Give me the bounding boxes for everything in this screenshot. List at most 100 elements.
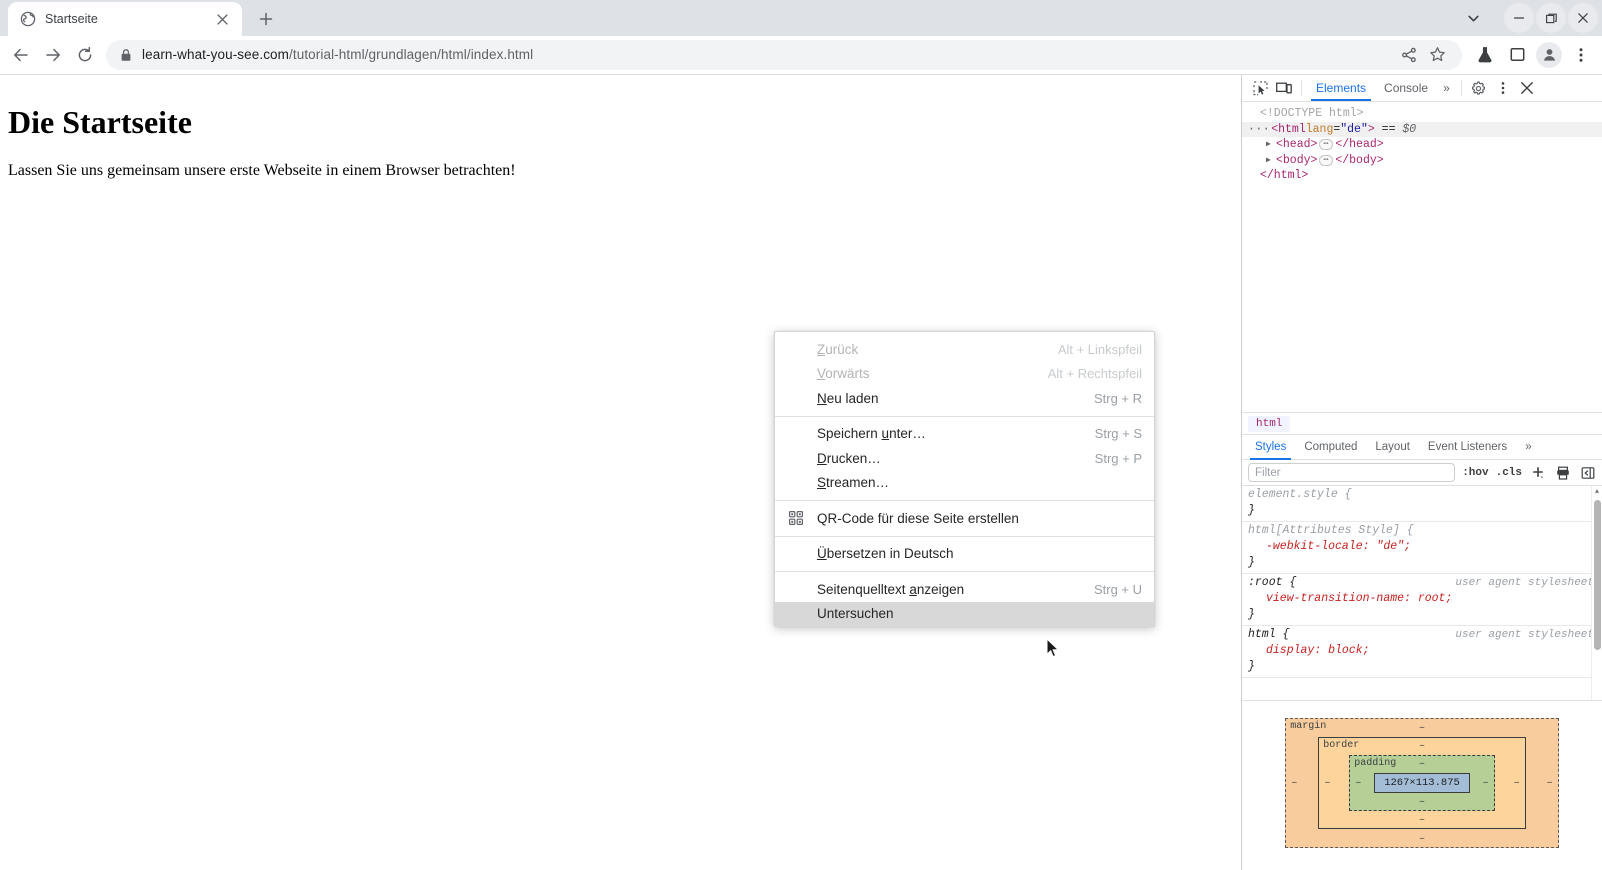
print-style-icon[interactable]: [1554, 464, 1572, 482]
border-left-value[interactable]: –: [1324, 777, 1330, 789]
device-toolbar-icon[interactable]: [1272, 77, 1296, 99]
context-menu-item-neu-laden[interactable]: Neu laden Strg + R: [775, 386, 1154, 411]
styles-filter-bar: Filter :hov .cls: [1242, 460, 1602, 486]
context-menu-item-untersuchen[interactable]: Untersuchen: [775, 601, 1154, 626]
browser-tab-startseite[interactable]: Startseite: [8, 2, 242, 36]
padding-right-value[interactable]: –: [1483, 777, 1489, 789]
devtools-tab-console[interactable]: Console: [1375, 75, 1437, 101]
devtools-more-tabs-button[interactable]: »: [1437, 75, 1456, 101]
plus-icon[interactable]: [1529, 464, 1547, 482]
tab-close-button[interactable]: [212, 9, 232, 29]
context-menu-item-label: Seitenquelltext anzeigen: [817, 581, 965, 597]
tree-row-html-close[interactable]: </html>: [1242, 168, 1602, 184]
new-tab-button[interactable]: [252, 5, 280, 33]
margin-left-value[interactable]: –: [1291, 777, 1297, 789]
css-rule-element-style[interactable]: element.style { }: [1242, 486, 1602, 522]
box-model-content-size[interactable]: 1267×113.875: [1374, 772, 1470, 793]
chevron-right-icon[interactable]: ▶: [1266, 137, 1276, 153]
context-menu-item-label: Vorwärts: [817, 366, 870, 382]
context-menu-item-uebersetzen[interactable]: Übersetzen in Deutsch: [775, 542, 1154, 567]
tab-search-button[interactable]: [1458, 3, 1488, 33]
tab-computed[interactable]: Computed: [1295, 435, 1366, 460]
url-text: learn-what-you-see.com/tutorial-html/gru…: [142, 47, 533, 62]
star-icon[interactable]: [1424, 42, 1450, 68]
share-icon[interactable]: [1396, 42, 1422, 68]
context-menu-item-zurueck[interactable]: Zurück Alt + Linkspfeil: [775, 337, 1154, 362]
css-rule-html[interactable]: html { user agent stylesheet display: bl…: [1242, 626, 1602, 678]
chevron-right-icon[interactable]: ▶: [1266, 153, 1276, 169]
styles-filter-input[interactable]: Filter: [1248, 463, 1456, 482]
tree-row-head[interactable]: ▶ <head> ⋯ </head>: [1242, 137, 1602, 153]
maximize-button[interactable]: [1536, 3, 1566, 33]
toggle-sidebar-icon[interactable]: [1579, 464, 1597, 482]
padding-bottom-value[interactable]: –: [1419, 796, 1425, 808]
tab-layout[interactable]: Layout: [1366, 435, 1419, 460]
css-rule-html-attributes-style[interactable]: html[Attributes Style] { -webkit-locale:…: [1242, 522, 1602, 574]
styles-tabs-more-button[interactable]: »: [1516, 435, 1540, 460]
scrollbar-up-arrow[interactable]: ▲: [1592, 486, 1602, 498]
css-selector[interactable]: element.style {: [1248, 487, 1352, 503]
page-viewport: Die Startseite Lassen Sie uns gemeinsam …: [0, 75, 1241, 870]
context-menu-item-label: Untersuchen: [817, 606, 894, 622]
tree-row-doctype[interactable]: <!DOCTYPE html>: [1242, 106, 1602, 122]
border-bottom-value[interactable]: –: [1419, 814, 1425, 826]
context-menu-item-drucken[interactable]: Drucken… Strg + P: [775, 446, 1154, 471]
experiments-flask-icon[interactable]: [1470, 40, 1500, 70]
css-selector[interactable]: html {: [1248, 627, 1289, 643]
css-declaration[interactable]: -webkit-locale: "de";: [1242, 539, 1602, 555]
elements-tree[interactable]: <!DOCTYPE html> ··· <html lang = "de" > == $…: [1242, 102, 1602, 412]
tree-row-body[interactable]: ▶ <body> ⋯ </body>: [1242, 153, 1602, 169]
css-selector[interactable]: :root {: [1248, 575, 1296, 591]
gear-icon[interactable]: [1467, 77, 1491, 99]
margin-bottom-value[interactable]: –: [1419, 833, 1425, 845]
context-menu-item-vorwaerts[interactable]: Vorwärts Alt + Rechtspfeil: [775, 362, 1154, 387]
menu-item-icon-placeholder: [789, 341, 809, 357]
tree-row-html[interactable]: ··· <html lang = "de" > == $0: [1242, 121, 1602, 137]
inspect-element-icon[interactable]: [1248, 77, 1272, 99]
border-right-value[interactable]: –: [1514, 777, 1520, 789]
css-declaration[interactable]: display: block;: [1242, 643, 1602, 659]
styles-scrollbar[interactable]: ▲: [1591, 486, 1602, 700]
breadcrumb-item-html[interactable]: html: [1248, 415, 1291, 432]
side-panel-icon[interactable]: [1502, 40, 1532, 70]
devtools-tab-elements[interactable]: Elements: [1307, 75, 1375, 101]
border-top-value[interactable]: –: [1419, 740, 1425, 752]
browser-toolbar: learn-what-you-see.com/tutorial-html/gru…: [0, 36, 1602, 74]
padding-left-value[interactable]: –: [1355, 777, 1361, 789]
tab-styles[interactable]: Styles: [1246, 435, 1295, 460]
chrome-menu-button[interactable]: [1566, 40, 1596, 70]
context-menu-item-speichern-unter[interactable]: Speichern unter… Strg + S: [775, 422, 1154, 447]
css-selector[interactable]: html[Attributes Style] {: [1248, 523, 1414, 539]
tab-event-listeners[interactable]: Event Listeners: [1419, 435, 1516, 460]
css-rules-list[interactable]: element.style { } html[Attributes Style]…: [1242, 486, 1602, 700]
box-model-margin[interactable]: margin – – – – border – – – – padding –: [1285, 717, 1559, 848]
profile-button[interactable]: [1534, 40, 1564, 70]
box-model-border[interactable]: border – – – – padding – – – – 1267×113.…: [1318, 736, 1526, 829]
padding-top-value[interactable]: –: [1419, 758, 1425, 770]
context-menu-separator: [775, 500, 1154, 501]
cls-toggle-button[interactable]: .cls: [1496, 467, 1522, 479]
minimize-button[interactable]: [1504, 3, 1534, 33]
css-rule-root[interactable]: :root { user agent stylesheet view-trans…: [1242, 574, 1602, 626]
context-menu-item-qr-code[interactable]: QR-Code für diese Seite erstellen: [775, 506, 1154, 531]
context-menu-item-seitenquelltext[interactable]: Seitenquelltext anzeigen Strg + U: [775, 577, 1154, 602]
box-model-padding[interactable]: padding – – – – 1267×113.875: [1349, 754, 1495, 811]
css-declaration[interactable]: view-transition-name: root;: [1242, 591, 1602, 607]
reload-button[interactable]: [70, 40, 100, 70]
context-menu-item-label: Neu laden: [817, 390, 879, 406]
collapsed-children-badge[interactable]: ⋯: [1319, 154, 1334, 166]
collapsed-children-badge[interactable]: ⋯: [1319, 139, 1334, 151]
scrollbar-thumb[interactable]: [1594, 500, 1601, 650]
devtools-kebab-menu-icon[interactable]: [1491, 77, 1515, 99]
forward-button[interactable]: [38, 40, 68, 70]
context-menu-item-accel: Strg + R: [1093, 390, 1142, 406]
hov-toggle-button[interactable]: :hov: [1462, 467, 1488, 479]
margin-top-value[interactable]: –: [1419, 722, 1425, 734]
close-button[interactable]: [1568, 3, 1598, 33]
context-menu-separator: [775, 415, 1154, 417]
devtools-close-icon[interactable]: [1515, 77, 1539, 99]
margin-right-value[interactable]: –: [1547, 777, 1553, 789]
back-button[interactable]: [6, 40, 36, 70]
address-bar[interactable]: learn-what-you-see.com/tutorial-html/gru…: [106, 39, 1462, 70]
context-menu-item-streamen[interactable]: Streamen…: [775, 471, 1154, 496]
